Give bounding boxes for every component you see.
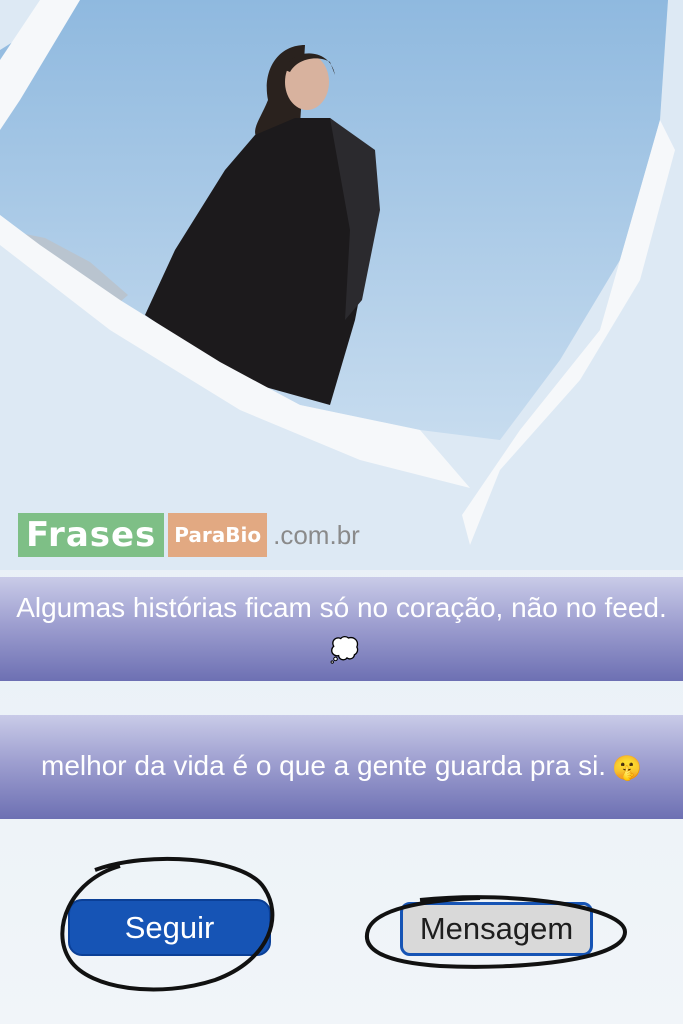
bio-line: melhor da vida é o que a gente guarda pr…	[0, 715, 683, 819]
watermark-domain: .com.br	[273, 519, 360, 550]
watermark-brand: Frases	[18, 513, 165, 557]
bio-text: melhor da vida é o que a gente guarda pr…	[41, 745, 642, 788]
bio-text: Algumas histórias ficam só no coração, n…	[14, 587, 669, 671]
bio-line-text: Algumas histórias ficam só no coração, n…	[16, 591, 667, 623]
follow-button[interactable]: Seguir	[68, 899, 271, 956]
profile-photo	[0, 0, 683, 570]
follow-button-label: Seguir	[124, 909, 215, 945]
site-watermark: Frases ParaBio .com.br	[18, 513, 360, 557]
watermark-brand-suffix: ParaBio	[168, 513, 268, 557]
message-button-label: Mensagem	[419, 911, 574, 946]
bio-line-text: melhor da vida é o que a gente guarda pr…	[41, 750, 607, 782]
thought-balloon-icon: 💭	[329, 636, 360, 665]
shushing-face-icon: 🤫	[612, 753, 642, 782]
message-button[interactable]: Mensagem	[400, 902, 593, 956]
bio-line: Algumas histórias ficam só no coração, n…	[0, 577, 683, 681]
